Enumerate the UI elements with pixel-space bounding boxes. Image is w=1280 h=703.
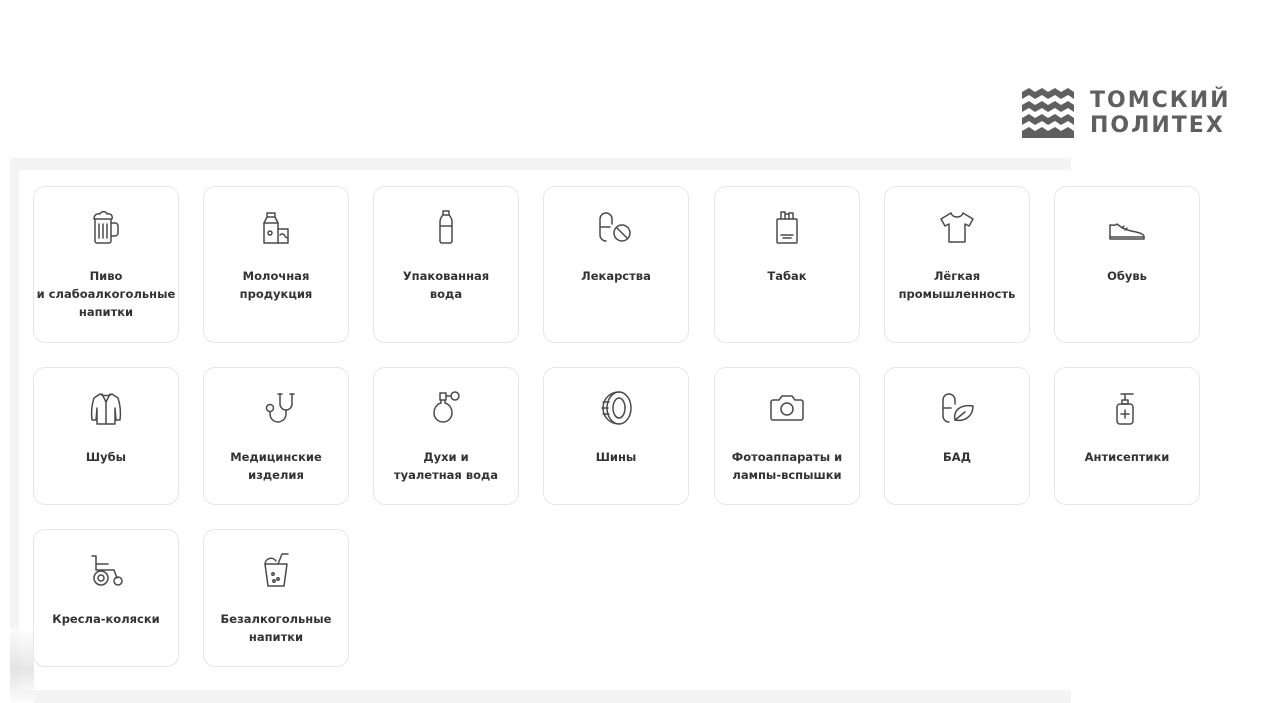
category-card-medical-devices[interactable]: Медицинские изделия: [203, 367, 349, 505]
category-label: Кресла-коляски: [52, 612, 160, 626]
category-label: Шины: [595, 450, 637, 464]
category-label: Медицинские изделия: [230, 450, 322, 482]
category-label: Шубы: [85, 450, 127, 464]
category-card-perfume[interactable]: Духи и туалетная вода: [373, 367, 519, 505]
stethoscope-icon: [265, 393, 295, 423]
category-label: Лекарства: [581, 269, 651, 283]
beer-mug-icon: [93, 211, 119, 244]
category-label: Обувь: [1107, 269, 1147, 283]
category-card-medicines[interactable]: Лекарства: [543, 186, 689, 343]
category-label: Антисептики: [1084, 450, 1170, 464]
category-label: Пиво и слабоалкогольные напитки: [36, 269, 176, 319]
tpu-logo: ТОМСКИЙ ПОЛИТЕХ: [1022, 88, 1231, 138]
category-card-wheelchairs[interactable]: Кресла-коляски: [33, 529, 179, 667]
slide-shadow: [10, 628, 34, 703]
perfume-bottle-icon: [433, 391, 460, 423]
supplement-leaf-icon: [942, 393, 974, 423]
category-card-antiseptics[interactable]: Антисептики: [1054, 367, 1200, 505]
logo-line-2: ПОЛИТЕХ: [1090, 113, 1225, 138]
category-label: Фотоаппараты и лампы-вспышки: [731, 450, 843, 482]
category-label: Лёгкая промышленность: [898, 269, 1016, 301]
category-card-cameras[interactable]: Фотоаппараты и лампы-вспышки: [714, 367, 860, 505]
category-card-water[interactable]: Упакованная вода: [373, 186, 519, 343]
sneaker-icon: [1109, 223, 1145, 240]
category-card-tires[interactable]: Шины: [543, 367, 689, 505]
tire-icon: [601, 391, 632, 425]
category-card-footwear[interactable]: Обувь: [1054, 186, 1200, 343]
tshirt-icon: [940, 212, 974, 243]
category-card-fur-coats[interactable]: Шубы: [33, 367, 179, 505]
category-label: Духи и туалетная вода: [393, 450, 499, 482]
category-label: Табак: [767, 269, 807, 283]
cigarette-pack-icon: [776, 211, 798, 244]
category-card-light-industry[interactable]: Лёгкая промышленность: [884, 186, 1030, 343]
category-card-supplements[interactable]: БАД: [884, 367, 1030, 505]
category-card-tobacco[interactable]: Табак: [714, 186, 860, 343]
fur-coat-icon: [90, 393, 122, 425]
category-label: БАД: [943, 450, 971, 464]
category-card-beer[interactable]: Пиво и слабоалкогольные напитки: [33, 186, 179, 343]
category-label: Молочная продукция: [239, 269, 313, 301]
pills-icon: [599, 212, 631, 242]
logo-line-1: ТОМСКИЙ: [1090, 88, 1231, 113]
logo-wordmark: ТОМСКИЙ ПОЛИТЕХ: [1090, 88, 1231, 138]
category-label: Упакованная вода: [402, 269, 490, 301]
category-card-soft-drinks[interactable]: Безалкогольные напитки: [203, 529, 349, 667]
tpu-logo-icon: [1022, 88, 1074, 138]
milk-carton-icon: [263, 212, 289, 244]
category-label: Безалкогольные напитки: [220, 612, 332, 644]
wheelchair-icon: [91, 555, 123, 586]
water-bottle-icon: [439, 210, 453, 244]
category-card-dairy[interactable]: Молочная продукция: [203, 186, 349, 343]
soft-drink-icon: [264, 553, 289, 587]
camera-icon: [770, 395, 804, 421]
sanitizer-bottle-icon: [1116, 393, 1134, 425]
